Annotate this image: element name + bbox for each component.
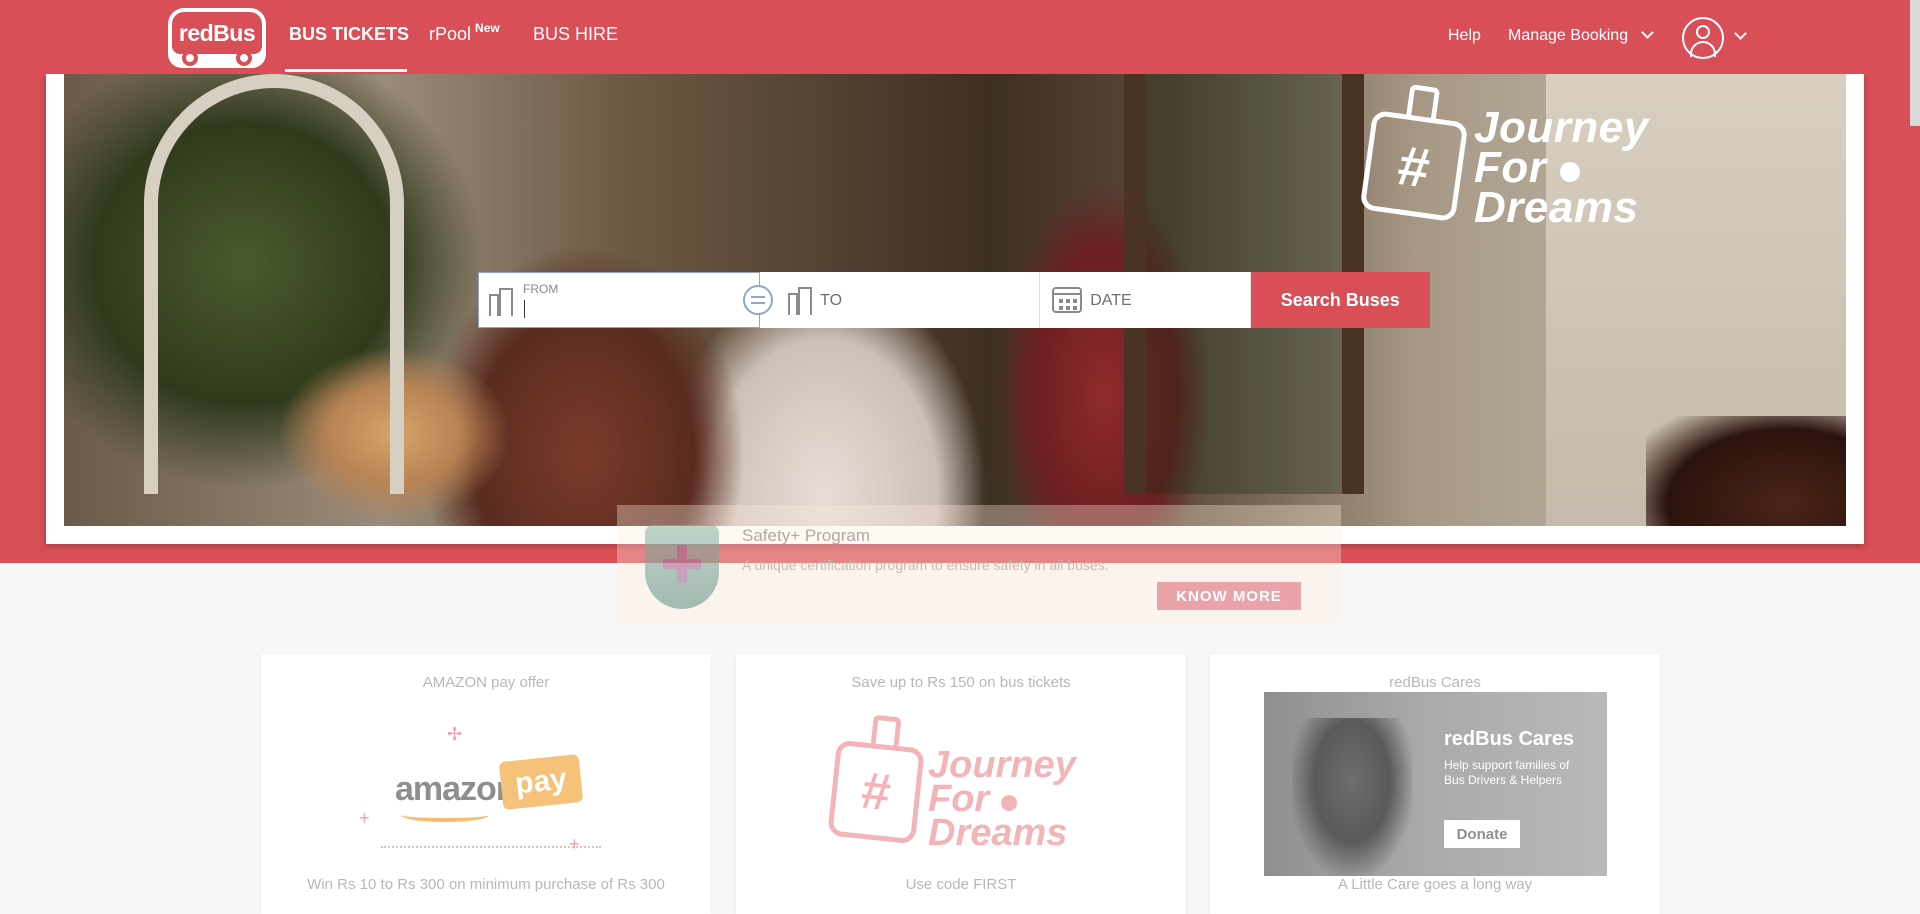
brand-word: Journey <box>1474 103 1649 152</box>
manage-booking-label: Manage Booking <box>1508 27 1629 44</box>
suitcase-hash-icon: # <box>1359 109 1469 223</box>
offer-card-cares[interactable]: redBus Cares redBus Cares Help support f… <box>1210 654 1660 914</box>
safety-title: Safety+ Program <box>742 526 871 545</box>
offer-title: redBus Cares <box>1389 674 1481 691</box>
top-header: redBus BUS TICKETS rPool New BUS HIRE Hel… <box>0 0 1920 74</box>
chevron-down-icon <box>1640 26 1654 39</box>
redbus-logo[interactable]: redBus <box>168 8 266 68</box>
brand-word: Journey <box>928 744 1076 786</box>
suitcase-hash-icon: # <box>827 739 925 845</box>
logo-wheel-icon <box>236 50 252 66</box>
offer-title: Save up to Rs 150 on bus tickets <box>851 674 1071 691</box>
to-label: TO <box>820 292 843 309</box>
offer-footer: A Little Care goes a long way <box>1337 876 1533 893</box>
from-label: FROM <box>523 282 559 296</box>
arch-decor <box>144 74 404 494</box>
safety-program-card: Safety+ Program A unique certification p… <box>617 505 1341 623</box>
manage-booking-menu[interactable]: Manage Booking <box>1508 26 1654 45</box>
brand-word: Dreams <box>928 812 1068 854</box>
building-icon <box>487 286 515 316</box>
amazon-word: amazon <box>395 770 517 808</box>
offer-title: AMAZON pay offer <box>422 674 550 691</box>
date-label: DATE <box>1090 292 1132 309</box>
search-buses-button[interactable]: Search Buses <box>1250 272 1430 328</box>
donate-button[interactable]: Donate <box>1444 820 1520 848</box>
nav-rpool[interactable]: rPool New <box>429 21 500 45</box>
know-more-button[interactable]: KNOW MORE <box>1157 582 1301 610</box>
journey-for-dreams-logo: # Journey For Dreams <box>827 714 1102 856</box>
swap-icon[interactable] <box>743 285 773 315</box>
page-scrollbar[interactable] <box>1910 0 1920 126</box>
user-icon[interactable] <box>1682 17 1724 59</box>
pay-word: pay <box>498 753 584 811</box>
logo-text: redBus <box>172 12 262 54</box>
text-caret <box>524 300 525 318</box>
offer-footer: Use code FIRST <box>905 876 1017 893</box>
logo-wheel-icon <box>182 50 198 66</box>
new-badge: New <box>475 21 500 35</box>
offer-card-first[interactable]: Save up to Rs 150 on bus tickets # Journ… <box>736 654 1186 914</box>
furniture-decor <box>1646 416 1846 526</box>
to-field[interactable]: TO <box>760 272 1041 328</box>
building-icon <box>786 285 814 315</box>
offer-card-amazon[interactable]: AMAZON pay offer ✢ + + amazon pay Win Rs… <box>261 654 711 914</box>
journey-for-dreams-logo: # Journey For Dreams <box>1354 84 1684 246</box>
redbus-cares-banner: redBus Cares Help support families of Bu… <box>1264 692 1607 876</box>
amazon-pay-logo: ✢ + + amazon pay <box>359 724 601 854</box>
bus-search-form: FROM TO DATE Search Buses <box>478 272 1430 328</box>
from-field[interactable]: FROM <box>478 272 761 328</box>
chevron-down-icon[interactable] <box>1734 27 1747 40</box>
cares-banner-text: Help support families of Bus Drivers & H… <box>1444 758 1570 787</box>
offer-footer: Win Rs 10 to Rs 300 on minimum purchase … <box>307 876 665 893</box>
cares-banner-title: redBus Cares <box>1444 728 1575 750</box>
help-link[interactable]: Help <box>1448 27 1481 45</box>
nav-bus-hire[interactable]: BUS HIRE <box>533 24 618 45</box>
shield-plus-icon <box>645 525 719 609</box>
calendar-icon <box>1052 287 1083 313</box>
nav-rpool-label: rPool <box>429 24 472 44</box>
brand-word: Dreams <box>1474 183 1639 232</box>
nav-active-underline <box>285 69 407 72</box>
nav-bus-tickets[interactable]: BUS TICKETS <box>289 24 409 45</box>
person-photo <box>1292 718 1412 876</box>
safety-description: A unique certification program to ensure… <box>742 557 1109 573</box>
date-field[interactable]: DATE <box>1040 272 1251 328</box>
